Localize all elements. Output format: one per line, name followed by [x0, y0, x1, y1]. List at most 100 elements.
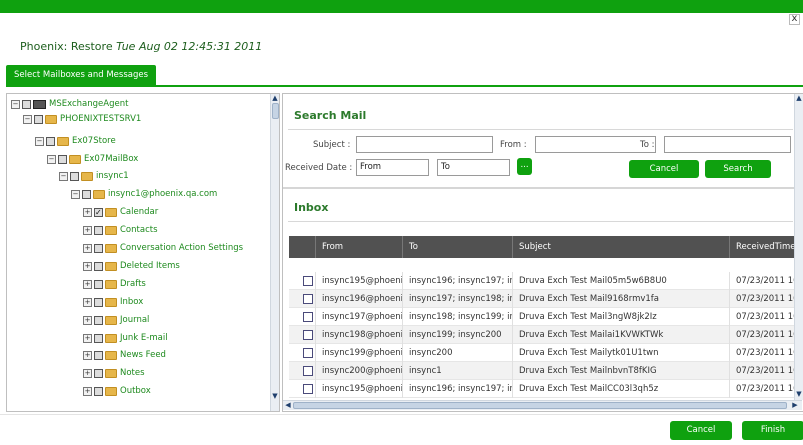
- collapse-icon[interactable]: −: [23, 114, 32, 124]
- tree-node-label[interactable]: insync1@phoenix.qa.com: [108, 187, 217, 201]
- expand-icon[interactable]: +: [83, 207, 92, 217]
- tree-node[interactable]: + Junk E-mail: [83, 331, 168, 345]
- tree-node-label[interactable]: insync1: [96, 169, 129, 183]
- tree-node[interactable]: − insync1: [59, 169, 129, 183]
- table-row[interactable]: insync197@phoenix insync198; insync199; i…: [289, 308, 803, 326]
- expand-icon[interactable]: +: [83, 261, 92, 271]
- row-checkbox[interactable]: [303, 330, 313, 340]
- row-checkbox[interactable]: [303, 384, 313, 394]
- tree-node[interactable]: + News Feed: [83, 348, 166, 362]
- tree-node-label[interactable]: Journal: [120, 313, 149, 327]
- row-checkbox[interactable]: [303, 312, 313, 322]
- collapse-icon[interactable]: −: [59, 171, 68, 181]
- tree-node-label[interactable]: Junk E-mail: [120, 331, 168, 345]
- tree-node[interactable]: − Ex07MailBox: [47, 152, 138, 166]
- received-from-date-input[interactable]: From: [356, 159, 429, 176]
- from-input[interactable]: [535, 136, 656, 153]
- row-checkbox[interactable]: [303, 348, 313, 358]
- tree-checkbox[interactable]: [22, 99, 31, 109]
- collapse-icon[interactable]: −: [35, 136, 44, 146]
- tree-checkbox[interactable]: [94, 333, 103, 343]
- collapse-icon[interactable]: −: [71, 189, 80, 199]
- expand-icon[interactable]: +: [83, 297, 92, 307]
- scroll-up-icon[interactable]: ▲: [271, 94, 279, 102]
- scroll-down-icon[interactable]: ▼: [795, 390, 803, 398]
- expand-icon[interactable]: +: [83, 225, 92, 235]
- tree-node[interactable]: − Ex07Store: [35, 134, 116, 148]
- search-cancel-button[interactable]: Cancel: [629, 160, 699, 178]
- tree-checkbox[interactable]: [94, 206, 103, 220]
- tree-node-label[interactable]: Outbox: [120, 384, 151, 398]
- column-header-to[interactable]: To: [402, 236, 512, 258]
- date-picker-button[interactable]: ...: [517, 158, 532, 175]
- tree-checkbox[interactable]: [94, 261, 103, 271]
- table-row[interactable]: insync199@phoenix insync200 Druva Exch Tes…: [289, 344, 803, 362]
- tree-checkbox[interactable]: [70, 171, 79, 181]
- to-input[interactable]: [664, 136, 791, 153]
- tree-checkbox[interactable]: [94, 386, 103, 396]
- tree-checkbox[interactable]: [94, 350, 103, 360]
- tree-checkbox[interactable]: [34, 114, 43, 124]
- tree-node-label[interactable]: Contacts: [120, 223, 158, 237]
- tree-node[interactable]: + Outbox: [83, 384, 151, 398]
- scroll-down-icon[interactable]: ▼: [271, 392, 279, 400]
- table-row[interactable]: insync196@phoenix insync197; insync198; i…: [289, 290, 803, 308]
- tree-checkbox[interactable]: [94, 225, 103, 235]
- tree-node-label[interactable]: Conversation Action Settings: [120, 241, 243, 255]
- tree-checkbox[interactable]: [58, 154, 67, 164]
- expand-icon[interactable]: +: [83, 279, 92, 289]
- tree-node-label[interactable]: Inbox: [120, 295, 143, 309]
- tree-node[interactable]: + Deleted Items: [83, 259, 180, 273]
- close-icon[interactable]: x: [789, 14, 800, 25]
- right-vertical-scrollbar[interactable]: ▲ ▼: [794, 94, 803, 400]
- expand-icon[interactable]: +: [83, 350, 92, 360]
- table-row[interactable]: insync198@phoenix insync199; insync200 Dru…: [289, 326, 803, 344]
- tree-node-label[interactable]: PHOENIXTESTSRV1: [60, 112, 141, 126]
- subject-input[interactable]: [356, 136, 493, 153]
- expand-icon[interactable]: +: [83, 386, 92, 396]
- received-to-date-input[interactable]: To: [437, 159, 510, 176]
- expand-icon[interactable]: +: [83, 368, 92, 378]
- scroll-thumb[interactable]: [272, 103, 279, 119]
- tree-node-label[interactable]: Drafts: [120, 277, 146, 291]
- scroll-right-icon[interactable]: ▶: [791, 401, 799, 409]
- search-button[interactable]: Search: [705, 160, 771, 178]
- tree-node[interactable]: + Drafts: [83, 277, 146, 291]
- tree-node[interactable]: + Journal: [83, 313, 149, 327]
- tree-checkbox[interactable]: [46, 136, 55, 146]
- tree-node-label[interactable]: Ex07MailBox: [84, 152, 138, 166]
- tree-node[interactable]: − insync1@phoenix.qa.com: [71, 187, 217, 201]
- scroll-left-icon[interactable]: ◀: [284, 401, 292, 409]
- row-checkbox[interactable]: [303, 294, 313, 304]
- tree-node[interactable]: + Conversation Action Settings: [83, 241, 243, 255]
- tree-checkbox[interactable]: [82, 189, 91, 199]
- table-row[interactable]: insync200@phoenix insync1 Druva Exch Test …: [289, 362, 803, 380]
- tree-node-label[interactable]: Calendar: [120, 205, 158, 219]
- finish-button[interactable]: Finish: [742, 421, 803, 440]
- tree-node-label[interactable]: MSExchangeAgent: [49, 97, 128, 111]
- table-row[interactable]: insync195@phoenix insync196; insync197; i…: [289, 272, 803, 290]
- collapse-icon[interactable]: −: [11, 99, 20, 109]
- tab-select-mailboxes[interactable]: Select Mailboxes and Messages: [6, 65, 157, 85]
- expand-icon[interactable]: +: [83, 315, 92, 325]
- tree-node-label[interactable]: Deleted Items: [120, 259, 180, 273]
- tree-node-label[interactable]: News Feed: [120, 348, 166, 362]
- tree-checkbox[interactable]: [94, 368, 103, 378]
- column-header-subject[interactable]: Subject: [512, 236, 729, 258]
- column-header-from[interactable]: From: [315, 236, 402, 258]
- tree-checkbox[interactable]: [94, 279, 103, 289]
- tree-checkbox[interactable]: [94, 243, 103, 253]
- table-row[interactable]: insync195@phoenix insync196; insync197; i…: [289, 380, 803, 398]
- column-header-received-time[interactable]: ReceivedTime(GM: [729, 236, 803, 258]
- tree-node[interactable]: − PHOENIXTESTSRV1: [23, 112, 141, 126]
- scroll-up-icon[interactable]: ▲: [795, 94, 803, 102]
- expand-icon[interactable]: +: [83, 333, 92, 343]
- tree-node-label[interactable]: Ex07Store: [72, 134, 116, 148]
- row-checkbox[interactable]: [303, 366, 313, 376]
- collapse-icon[interactable]: −: [47, 154, 56, 164]
- tree-node[interactable]: + Contacts: [83, 223, 158, 237]
- horizontal-scroll-thumb[interactable]: [293, 402, 787, 409]
- tree-node[interactable]: + Inbox: [83, 295, 143, 309]
- tree-checkbox[interactable]: [94, 315, 103, 325]
- table-horizontal-scrollbar[interactable]: ◀ ▶: [283, 400, 802, 410]
